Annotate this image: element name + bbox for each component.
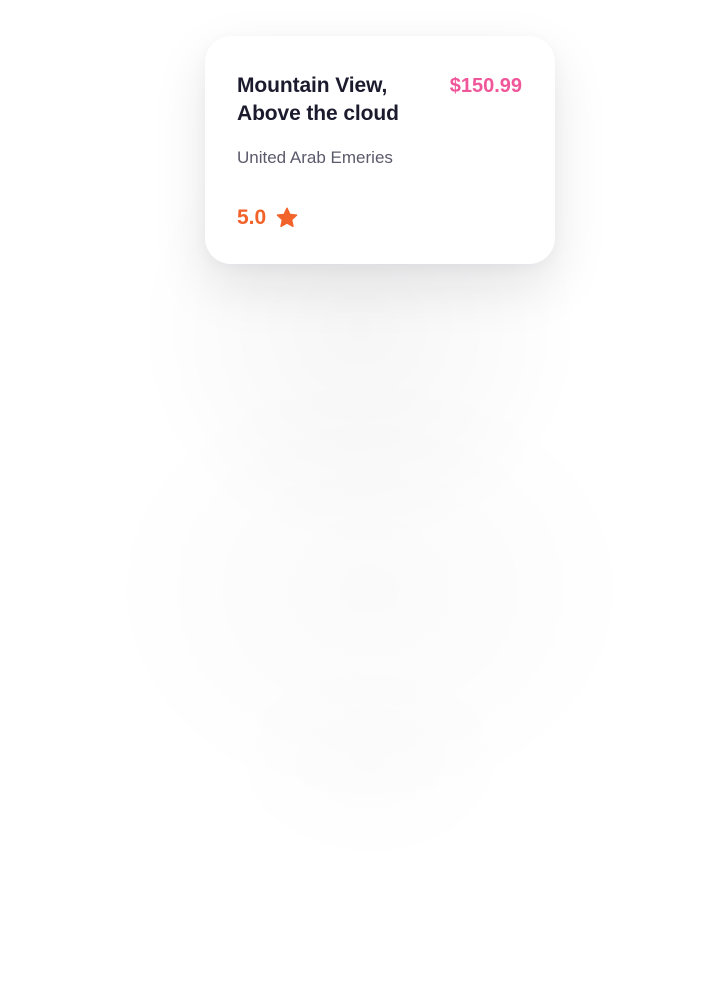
shadow-glow [120, 380, 620, 800]
listing-card[interactable]: Mountain View, Above the cloud $150.99 U… [205, 36, 555, 264]
listing-title-line-1: Mountain View, [237, 74, 388, 97]
page-canvas: Mountain View, Above the cloud $150.99 U… [0, 0, 718, 982]
listing-rating: 5.0 [237, 205, 299, 231]
listing-title-line-2: Above the cloud [237, 102, 399, 125]
listing-price: $150.99 [449, 75, 522, 97]
shadow-glow [220, 650, 520, 870]
rating-value: 5.0 [237, 206, 267, 229]
listing-title: Mountain View, Above the cloud [237, 72, 437, 128]
listing-location: United Arab Emeries [237, 148, 393, 167]
star-icon [275, 206, 299, 230]
